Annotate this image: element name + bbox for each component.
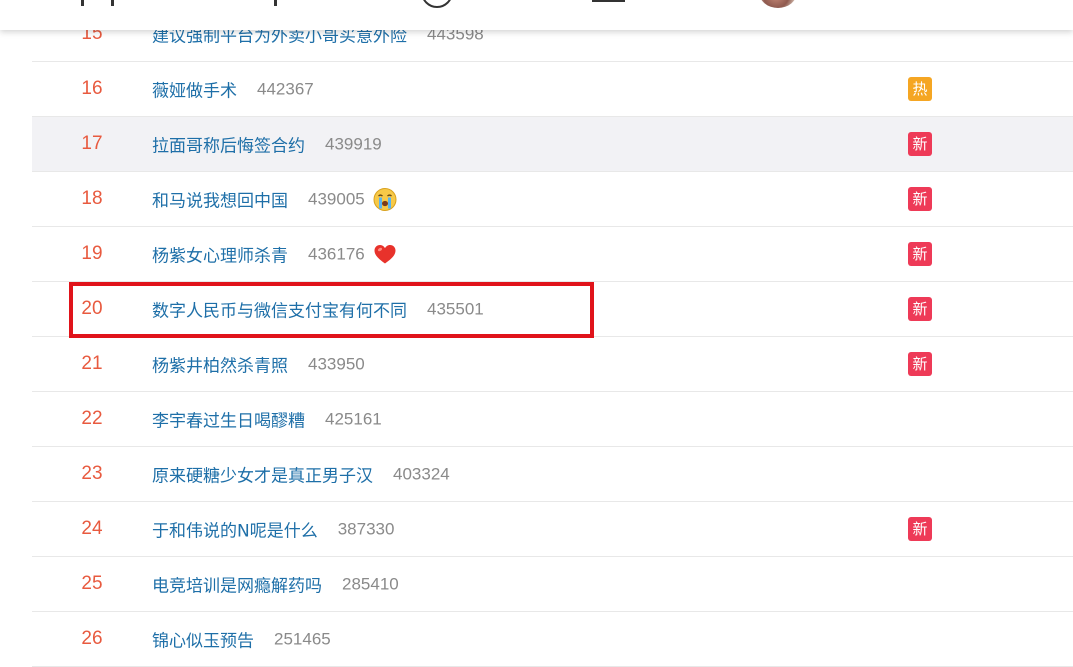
rank-number: 21 bbox=[81, 353, 103, 374]
table-row: 23 原来硬糖少女才是真正男子汉 403324 bbox=[32, 447, 1073, 502]
topic-link[interactable]: 李宇春过生日喝醪糟 bbox=[152, 407, 305, 432]
topic-link[interactable]: 于和伟说的N呢是什么 bbox=[152, 517, 318, 542]
new-badge: 新 bbox=[908, 242, 932, 266]
table-row: 18 和马说我想回中国 439005 新 bbox=[32, 172, 1073, 227]
search-count: 403324 bbox=[393, 464, 450, 483]
crying-face-icon bbox=[373, 187, 397, 211]
table-row: 19 杨紫女心理师杀青 436176 新 bbox=[32, 227, 1073, 282]
nav-message-icon[interactable] bbox=[592, 0, 626, 4]
rank-number: 20 bbox=[81, 298, 103, 319]
rank-number: 26 bbox=[81, 628, 103, 649]
table-row: 16 薇娅做手术 442367 热 bbox=[32, 62, 1073, 117]
table-row: 20 数字人民币与微信支付宝有何不同 435501 新 bbox=[32, 282, 1073, 337]
search-count: 425161 bbox=[325, 409, 382, 428]
topic-link[interactable]: 电竞培训是网瘾解药吗 bbox=[152, 572, 322, 597]
new-badge: 新 bbox=[908, 132, 932, 156]
table-row: 21 杨紫井柏然杀青照 433950 新 bbox=[32, 337, 1073, 392]
nav-home-icon[interactable] bbox=[81, 0, 114, 6]
rank-number: 16 bbox=[81, 78, 103, 99]
rank-number: 18 bbox=[81, 188, 103, 209]
red-heart-icon bbox=[374, 244, 396, 263]
rank-number: 24 bbox=[81, 518, 103, 539]
search-count: 442367 bbox=[257, 79, 314, 98]
search-count: 285410 bbox=[342, 574, 399, 593]
user-avatar[interactable] bbox=[759, 0, 797, 8]
table-row: 22 李宇春过生日喝醪糟 425161 bbox=[32, 392, 1073, 447]
nav-video-icon[interactable] bbox=[259, 0, 277, 6]
search-count: 433950 bbox=[308, 354, 365, 373]
search-count: 439919 bbox=[325, 134, 382, 153]
topic-link[interactable]: 杨紫井柏然杀青照 bbox=[152, 352, 288, 377]
table-row: 24 于和伟说的N呢是什么 387330 新 bbox=[32, 502, 1073, 557]
table-row: 17 拉面哥称后悔签合约 439919 新 bbox=[32, 117, 1073, 172]
new-badge: 新 bbox=[908, 517, 932, 541]
nav-discover-icon[interactable] bbox=[419, 0, 453, 8]
search-count: 435501 bbox=[427, 299, 484, 318]
hot-badge: 热 bbox=[908, 77, 932, 101]
topic-link[interactable]: 原来硬糖少女才是真正男子汉 bbox=[152, 462, 373, 487]
rank-number: 19 bbox=[81, 243, 103, 264]
topic-link[interactable]: 和马说我想回中国 bbox=[152, 187, 288, 212]
search-count: 439005 bbox=[308, 189, 365, 208]
topic-link[interactable]: 锦心似玉预告 bbox=[152, 627, 254, 652]
rank-number: 17 bbox=[81, 133, 103, 154]
rank-number: 25 bbox=[81, 573, 103, 594]
new-badge: 新 bbox=[908, 297, 932, 321]
topic-link[interactable]: 数字人民币与微信支付宝有何不同 bbox=[152, 297, 407, 322]
hot-search-list: 15 建议强制平台为外卖小哥买意外险 443598 16 薇娅做手术 44236… bbox=[32, 6, 1073, 667]
rank-number: 22 bbox=[81, 408, 103, 429]
new-badge: 新 bbox=[908, 352, 932, 376]
search-count: 387330 bbox=[337, 519, 395, 538]
new-badge: 新 bbox=[908, 187, 932, 211]
topic-link[interactable]: 拉面哥称后悔签合约 bbox=[152, 132, 305, 157]
table-row: 25 电竞培训是网瘾解药吗 285410 bbox=[32, 557, 1073, 612]
table-row: 26 锦心似玉预告 251465 bbox=[32, 612, 1073, 667]
search-count: 436176 bbox=[308, 244, 365, 263]
topic-link[interactable]: 杨紫女心理师杀青 bbox=[152, 242, 288, 267]
top-navigation-bar bbox=[0, 0, 1073, 30]
topic-link[interactable]: 薇娅做手术 bbox=[152, 77, 237, 102]
rank-number: 23 bbox=[81, 463, 103, 484]
search-count: 251465 bbox=[274, 629, 331, 648]
